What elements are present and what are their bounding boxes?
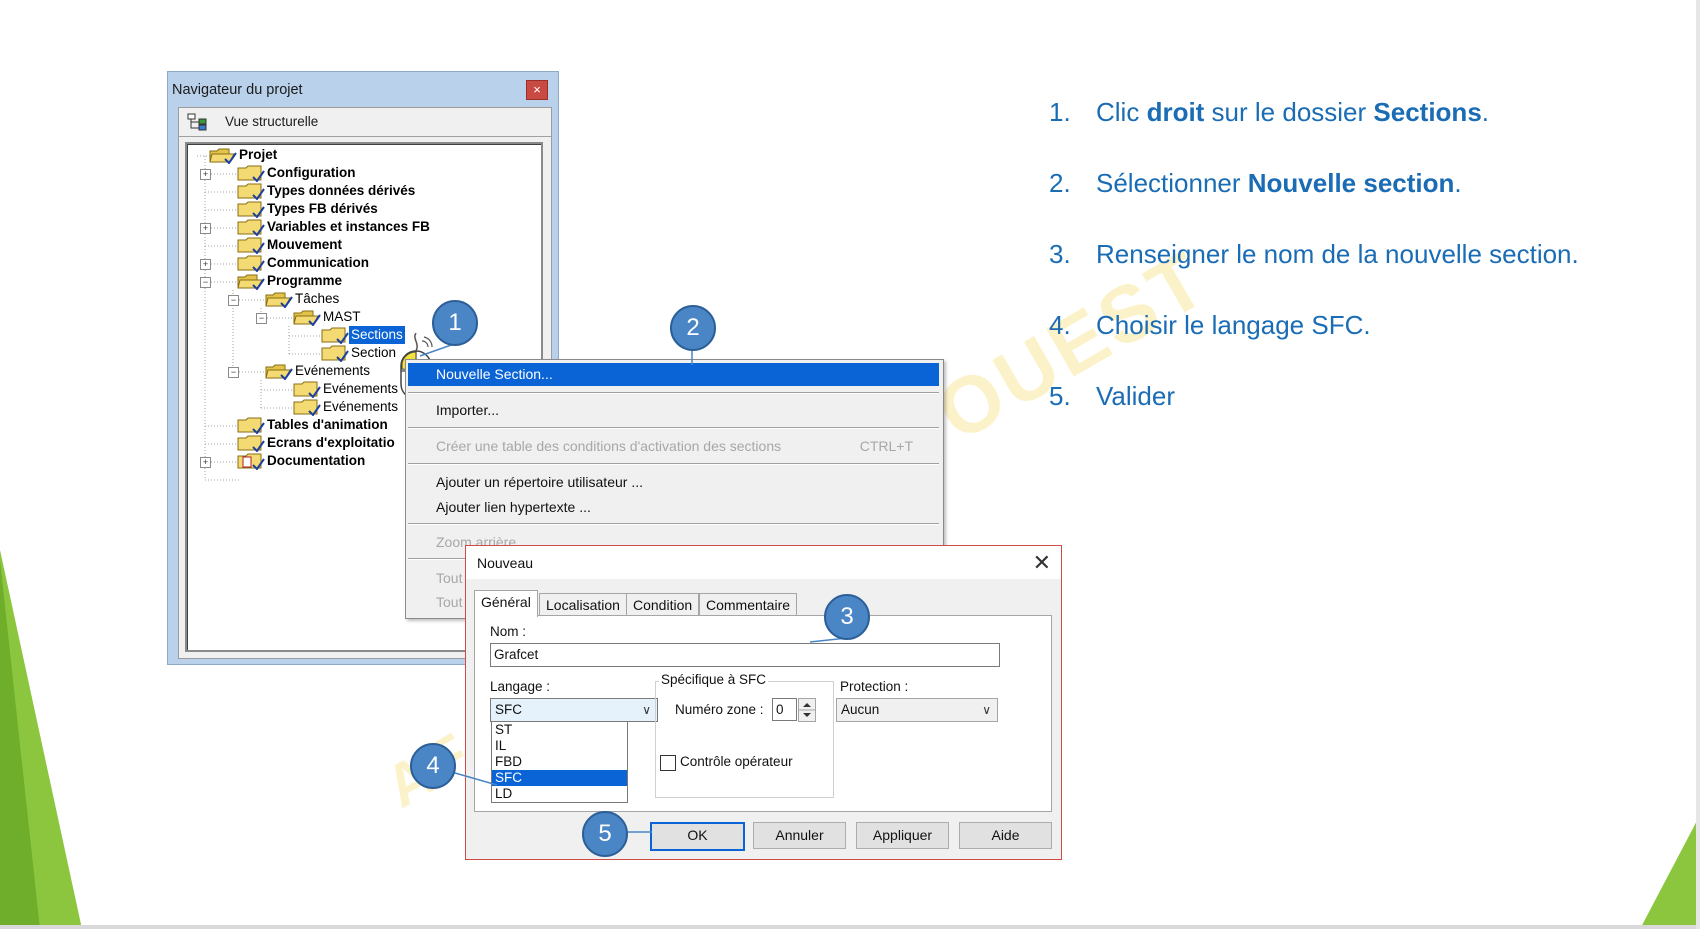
step-text: Choisir le langage SFC.: [1096, 310, 1371, 340]
structure-view-icon: [187, 113, 207, 131]
spinner-arrows-icon: [799, 703, 815, 717]
close-icon[interactable]: ✕: [1033, 550, 1051, 576]
protection-label: Protection :: [840, 679, 909, 694]
operator-check-checkbox[interactable]: [660, 755, 676, 771]
language-option-il[interactable]: IL: [492, 738, 627, 754]
expand-icon[interactable]: +: [200, 457, 211, 468]
zone-input[interactable]: 0: [772, 698, 797, 721]
menu-item-tout[interactable]: Tout: [436, 570, 462, 586]
folder-icon: [293, 399, 321, 416]
step-text: Valider: [1096, 381, 1176, 411]
callout-5: 5: [582, 811, 628, 857]
step-text: Clic droit sur le dossier Sections.: [1096, 97, 1490, 127]
help-button[interactable]: Aide: [959, 822, 1052, 849]
folder-icon: [321, 345, 349, 362]
view-tab-bar: Vue structurelle: [179, 108, 551, 137]
zone-spinner[interactable]: [798, 698, 816, 722]
folder-open-icon: [209, 148, 237, 164]
dialog-titlebar: Nouveau ✕: [466, 546, 1061, 579]
folder-open-icon: [237, 274, 265, 290]
language-selected: SFC: [495, 702, 522, 717]
collapse-icon[interactable]: −: [200, 277, 211, 288]
folder-open-icon: [293, 310, 321, 326]
step-number: 5.: [1049, 381, 1071, 411]
step-number: 3.: [1049, 239, 1071, 269]
operator-check-label: Contrôle opérateur: [680, 754, 793, 769]
tab-localisation[interactable]: Localisation: [539, 593, 627, 616]
ok-button[interactable]: OK: [650, 822, 745, 851]
language-label: Langage :: [490, 679, 551, 694]
name-label: Nom :: [490, 624, 527, 639]
collapse-icon[interactable]: −: [228, 295, 239, 306]
language-option-sfc[interactable]: SFC: [492, 770, 627, 786]
folder-icon: [321, 327, 349, 344]
expand-icon[interactable]: +: [200, 223, 211, 234]
folder-icon: [237, 435, 265, 452]
folder-open-icon: [265, 292, 293, 308]
tab-condition[interactable]: Condition: [626, 593, 700, 616]
language-option-ld[interactable]: LD: [492, 786, 627, 802]
callout-1: 1: [432, 300, 478, 346]
menu-separator: [408, 392, 939, 394]
chevron-down-icon: ∨: [982, 703, 991, 717]
documentation-folder-icon: [237, 453, 265, 470]
cancel-button[interactable]: Annuler: [753, 822, 846, 849]
nouveau-dialog: Nouveau ✕ Général Localisation Condition…: [465, 545, 1062, 860]
folder-icon: [237, 165, 265, 182]
sfc-group-label: Spécifique à SFC: [659, 672, 769, 687]
structure-view-tab[interactable]: Vue structurelle: [225, 114, 318, 129]
step-number: 1.: [1049, 97, 1071, 127]
step-text: Sélectionner Nouvelle section.: [1096, 168, 1462, 198]
name-input[interactable]: Grafcet: [490, 643, 1000, 667]
tab-commentaire[interactable]: Commentaire: [699, 593, 798, 616]
folder-open-icon: [265, 364, 293, 380]
language-option-st[interactable]: ST: [492, 722, 627, 738]
menu-separator: [408, 427, 939, 429]
menu-item-ajouter-lien[interactable]: Ajouter lien hypertexte ...: [436, 499, 591, 515]
protection-select[interactable]: Aucun ∨: [836, 698, 998, 722]
apply-button[interactable]: Appliquer: [856, 822, 949, 849]
dialog-title: Nouveau: [477, 555, 534, 571]
callout-4: 4: [410, 743, 456, 789]
menu-item-nouvelle-section[interactable]: Nouvelle Section...: [436, 366, 553, 382]
menu-item-importer[interactable]: Importer...: [436, 402, 499, 418]
step-text: Renseigner le nom de la nouvelle section…: [1096, 239, 1579, 269]
language-option-fbd[interactable]: FBD: [492, 754, 627, 770]
language-select[interactable]: SFC ∨: [490, 698, 658, 722]
folder-icon: [237, 219, 265, 236]
protection-selected: Aucun: [841, 702, 880, 717]
tab-general[interactable]: Général: [474, 590, 538, 617]
menu-separator: [408, 463, 939, 465]
menu-item-creer-table[interactable]: Créer une table des conditions d'activat…: [436, 438, 781, 454]
collapse-icon[interactable]: −: [228, 367, 239, 378]
expand-icon[interactable]: +: [200, 259, 211, 270]
folder-icon: [237, 255, 265, 272]
navigator-title: Navigateur du projet: [172, 82, 303, 98]
folder-icon: [237, 417, 265, 434]
callout-3: 3: [824, 594, 870, 640]
close-icon[interactable]: ×: [526, 80, 548, 100]
zone-label: Numéro zone :: [675, 702, 764, 717]
language-dropdown-list: ST IL FBD SFC LD: [491, 721, 628, 803]
chevron-down-icon: ∨: [642, 703, 651, 717]
folder-icon: [237, 237, 265, 254]
expand-icon[interactable]: +: [200, 169, 211, 180]
step-number: 2.: [1049, 168, 1071, 198]
collapse-icon[interactable]: −: [256, 313, 267, 324]
menu-shortcut: CTRL+T: [859, 438, 913, 454]
folder-icon: [293, 381, 321, 398]
callout-2: 2: [670, 305, 716, 351]
folder-icon: [237, 201, 265, 218]
menu-item-ajouter-repertoire[interactable]: Ajouter un répertoire utilisateur ...: [436, 474, 643, 490]
step-number: 4.: [1049, 310, 1071, 340]
folder-icon: [237, 183, 265, 200]
menu-item-tout[interactable]: Tout: [436, 594, 462, 610]
menu-separator: [408, 523, 939, 525]
